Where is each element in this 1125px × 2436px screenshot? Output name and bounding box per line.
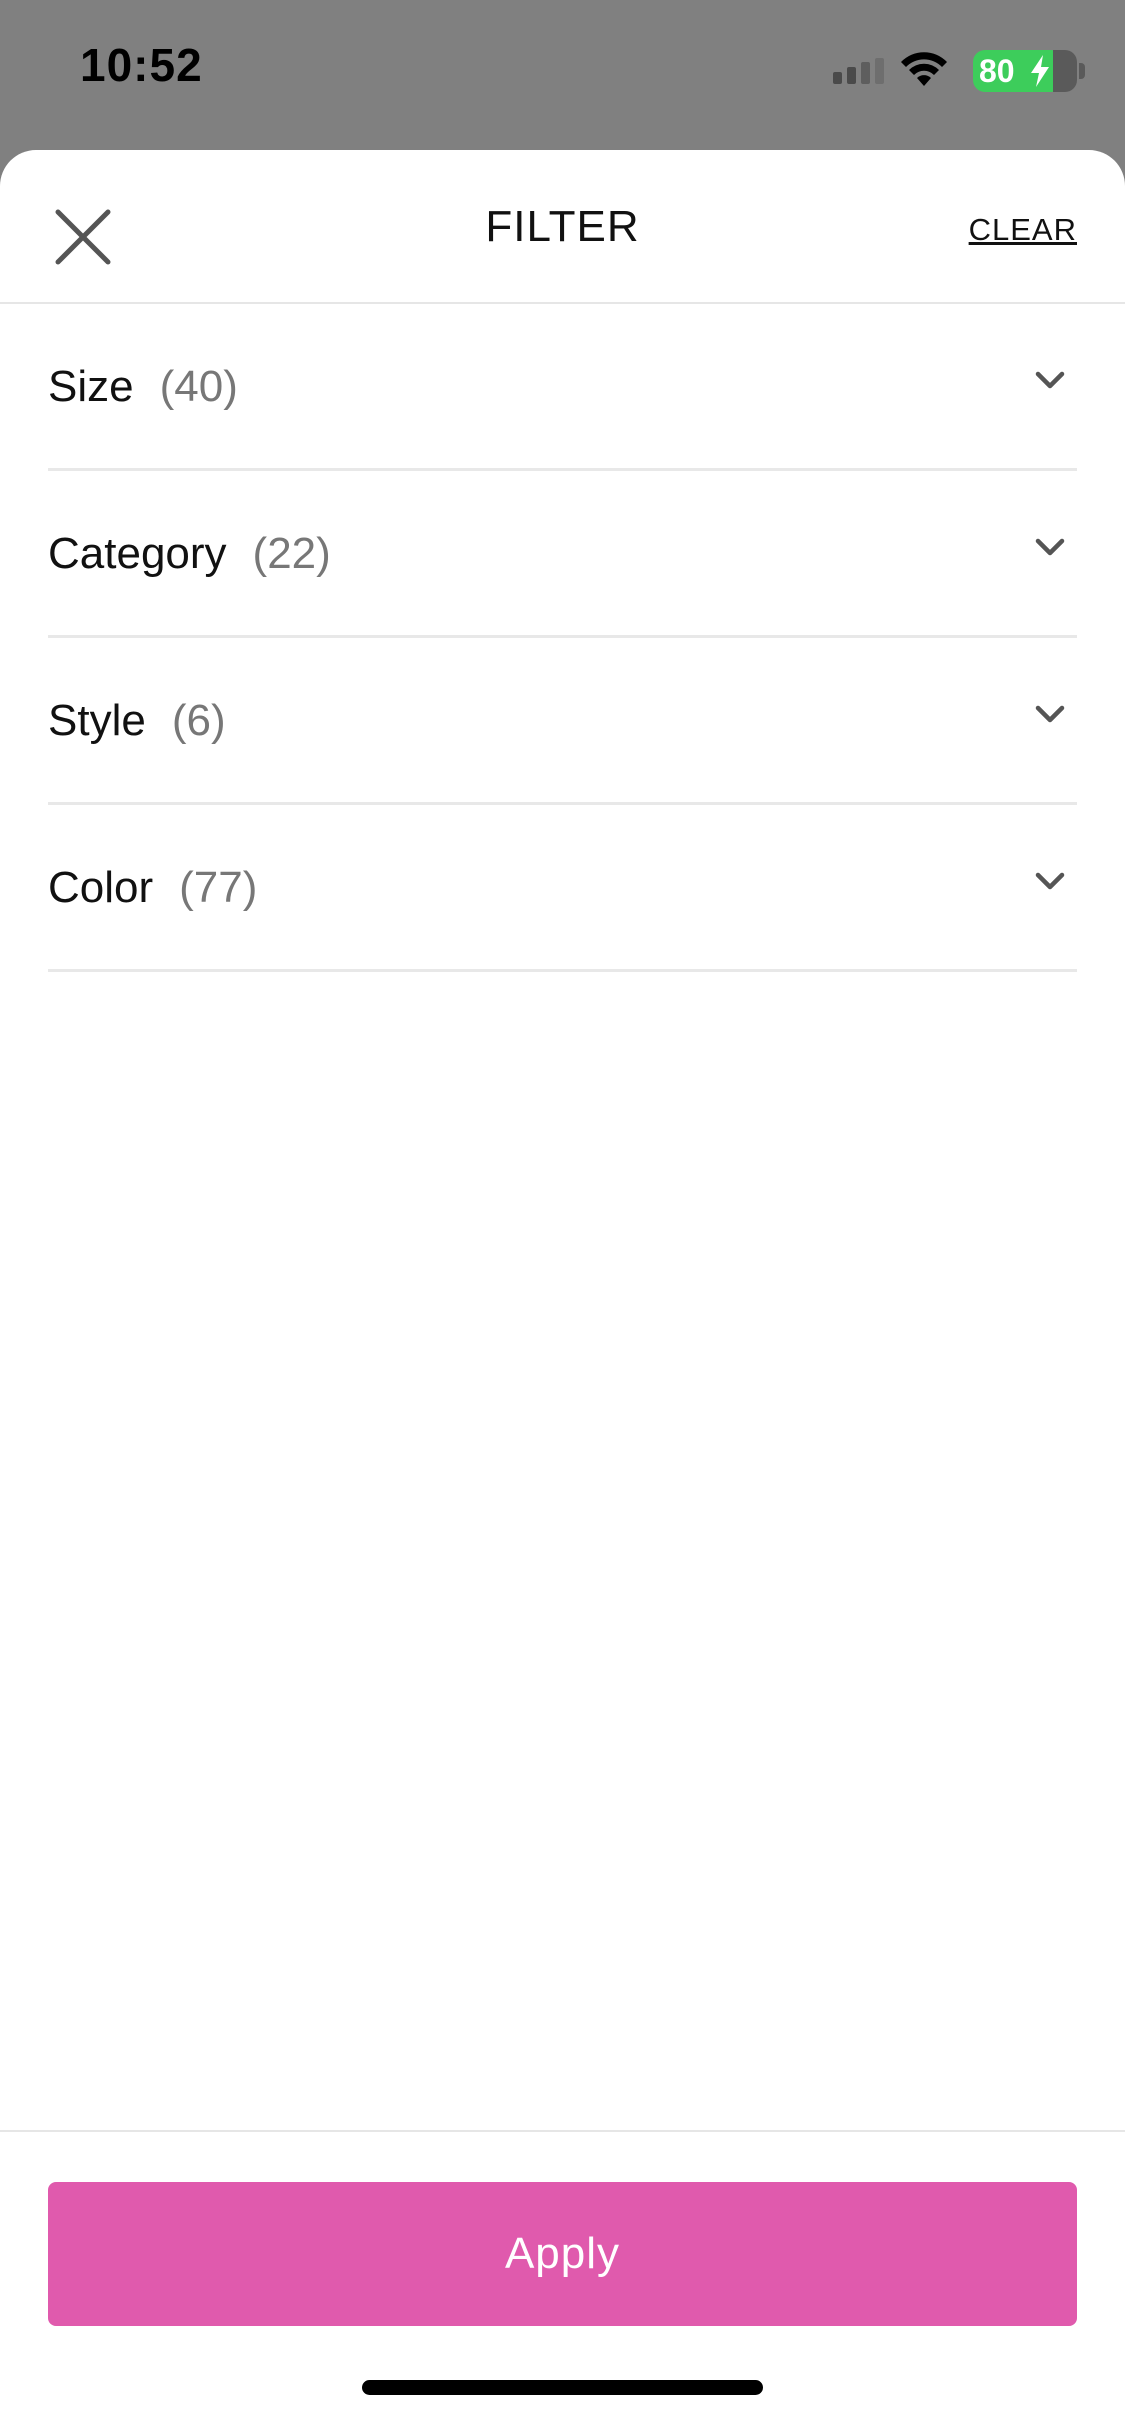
filter-list: Size (40) Category (22) Style (6) Color (77) bbox=[48, 304, 1077, 972]
filter-sheet: FILTER CLEAR Size (40) Category (22) Style… bbox=[0, 150, 1125, 2436]
footer: Apply bbox=[0, 2130, 1125, 2436]
status-time: 10:52 bbox=[80, 39, 203, 91]
filter-count: (22) bbox=[252, 529, 331, 578]
filter-count: (40) bbox=[159, 362, 238, 411]
chevron-down-icon bbox=[1035, 871, 1065, 896]
status-bar: 10:52 80 bbox=[0, 0, 1125, 150]
signal-icon bbox=[833, 58, 887, 89]
filter-row-category[interactable]: Category (22) bbox=[48, 471, 1077, 638]
wifi-icon bbox=[899, 50, 949, 93]
home-indicator[interactable] bbox=[362, 2380, 763, 2395]
filter-row-size[interactable]: Size (40) bbox=[48, 304, 1077, 471]
battery-charging-icon: 80 bbox=[973, 50, 1085, 92]
filter-name-text: Style bbox=[48, 696, 146, 745]
bolt-icon bbox=[1029, 55, 1051, 92]
apply-button[interactable]: Apply bbox=[48, 2182, 1077, 2326]
filter-row-style[interactable]: Style (6) bbox=[48, 638, 1077, 805]
chevron-down-icon bbox=[1035, 704, 1065, 729]
filter-count: (77) bbox=[179, 863, 258, 912]
filter-count: (6) bbox=[171, 696, 226, 745]
filter-label: Color (77) bbox=[48, 863, 257, 913]
chevron-down-icon bbox=[1035, 370, 1065, 395]
filter-name-text: Size bbox=[48, 362, 134, 411]
filter-row-color[interactable]: Color (77) bbox=[48, 805, 1077, 972]
page-title: FILTER bbox=[485, 202, 640, 251]
filter-label: Size (40) bbox=[48, 362, 238, 412]
chevron-down-icon bbox=[1035, 537, 1065, 562]
sheet-header: FILTER CLEAR bbox=[0, 150, 1125, 304]
filter-name-text: Color bbox=[48, 863, 154, 912]
filter-label: Category (22) bbox=[48, 529, 331, 579]
filter-name-text: Category bbox=[48, 529, 227, 578]
filter-label: Style (6) bbox=[48, 696, 226, 746]
battery-level: 80 bbox=[979, 53, 1015, 89]
clear-button[interactable]: CLEAR bbox=[969, 212, 1077, 248]
